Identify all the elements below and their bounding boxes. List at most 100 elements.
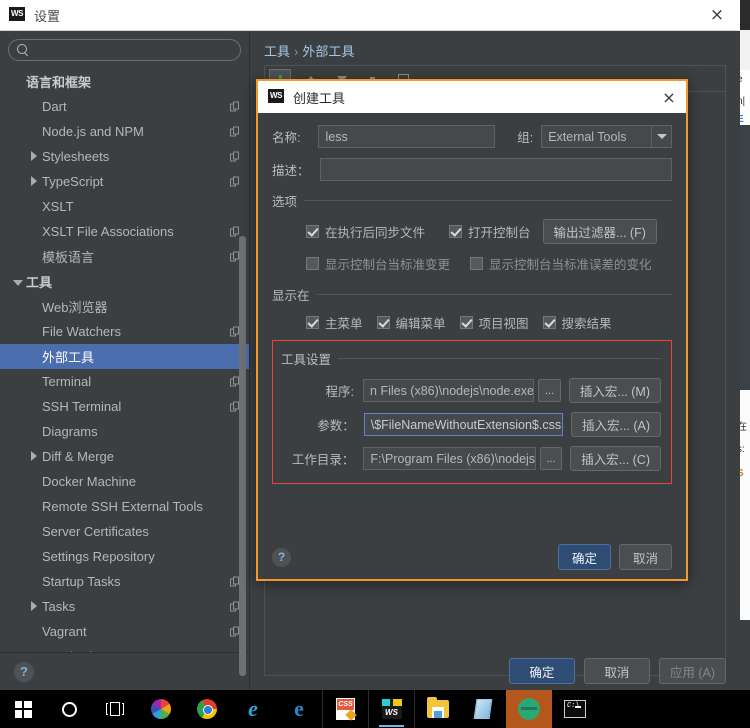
copy-settings-icon[interactable] (230, 151, 240, 162)
chevron-down-icon[interactable] (651, 126, 671, 147)
sidebar-item-5[interactable]: XSLT (0, 194, 249, 219)
arguments-input[interactable]: \$FileNameWithoutExtension$.css (363, 413, 563, 436)
show-in-checkbox-2[interactable]: 项目视图 (459, 313, 529, 332)
open-console-label: 打开控制台 (468, 226, 531, 240)
sidebar-item-17[interactable]: Remote SSH External Tools (0, 494, 249, 519)
program-browse-button[interactable]: ... (538, 379, 561, 402)
settings-ok-button[interactable]: 确定 (508, 658, 575, 684)
cortana-circle-icon (61, 701, 77, 717)
chevron-down-icon[interactable] (12, 276, 24, 288)
workdir-browse-button[interactable]: ... (539, 447, 563, 470)
dialog-footer: ? 确定 取消 (258, 535, 686, 579)
show-in-checkbox-3[interactable]: 搜索结果 (542, 313, 612, 332)
chevron-right-icon[interactable] (28, 600, 40, 613)
output-filters-button[interactable]: 输出过滤器... (F) (542, 219, 657, 244)
copy-settings-icon[interactable] (230, 126, 240, 137)
sidebar-item-23[interactable]: XPath Viewer (0, 644, 249, 652)
show-console-stdout-checkbox[interactable]: 显示控制台当标准变更 (306, 254, 450, 273)
breadcrumb-parent[interactable]: 工具 (264, 44, 290, 59)
sidebar-item-14[interactable]: Diagrams (0, 419, 249, 444)
dialog-title: 创建工具 (293, 90, 346, 106)
sidebar-item-2[interactable]: Node.js and NPM (0, 119, 249, 144)
sidebar-item-label: 语言和框架 (26, 75, 92, 90)
sidebar-item-12[interactable]: Terminal (0, 369, 249, 394)
show-console-stderr-checkbox[interactable]: 显示控制台当标准误差的变化 (470, 254, 652, 273)
sidebar-item-15[interactable]: Diff & Merge (0, 444, 249, 469)
search-icon (17, 44, 29, 56)
settings-tree[interactable]: 语言和框架 Dart Node.js and NPM Stylesheets TypeS… (0, 67, 249, 652)
show-in-checkbox-1[interactable]: 编辑菜单 (376, 313, 446, 332)
options-section: 选项 在执行后同步文件 打开控制台 输出过滤器... (F) 显示控制台当标准变… (272, 191, 672, 273)
settings-cancel-button[interactable]: 取消 (583, 658, 650, 684)
breadcrumb: 工具 › 外部工具 (264, 41, 726, 60)
file-explorer-app[interactable] (414, 690, 460, 728)
sidebar-item-1[interactable]: Dart (0, 94, 249, 119)
sidebar-item-7[interactable]: 模板语言 (0, 244, 249, 269)
workdir-input[interactable]: F:\Program Files (x86)\nodejs (363, 447, 536, 470)
show-in-checkbox-0[interactable]: 主菜单 (306, 313, 363, 332)
sidebar-item-20[interactable]: Startup Tasks (0, 569, 249, 594)
sidebar-item-11[interactable]: 外部工具 (0, 344, 249, 369)
copy-settings-icon[interactable] (230, 176, 240, 187)
internet-explorer-app[interactable]: e (230, 690, 276, 728)
sidebar-item-18[interactable]: Server Certificates (0, 519, 249, 544)
close-icon[interactable]: × (694, 0, 740, 31)
webstorm-app[interactable]: WS (368, 690, 414, 728)
name-row: 名称: less 组: External Tools (272, 125, 672, 148)
sidebar-item-13[interactable]: SSH Terminal (0, 394, 249, 419)
chrome-app[interactable] (184, 690, 230, 728)
chevron-right-icon[interactable] (28, 450, 40, 463)
sidebar-scrollbar[interactable] (239, 236, 247, 691)
notepad-app[interactable] (460, 690, 506, 728)
dialog-help-icon[interactable]: ? (272, 547, 291, 567)
description-input[interactable] (320, 158, 672, 181)
open-console-checkbox[interactable]: 打开控制台 (449, 222, 531, 241)
search-input[interactable] (35, 41, 232, 59)
program-input[interactable]: n Files (x86)\nodejs\node.exe (363, 379, 535, 402)
green-app[interactable] (506, 690, 552, 728)
dialog-titlebar: WS 创建工具 × (258, 81, 686, 113)
chevron-right-icon[interactable] (28, 175, 40, 188)
sidebar-item-22[interactable]: Vagrant (0, 619, 249, 644)
copy-settings-icon[interactable] (230, 226, 240, 237)
dialog-close-icon[interactable]: × (652, 81, 686, 113)
group-select[interactable]: External Tools (541, 125, 672, 148)
sidebar-item-0[interactable]: 语言和框架 (0, 69, 249, 94)
sidebar-item-3[interactable]: Stylesheets (0, 144, 249, 169)
sidebar-item-8[interactable]: 工具 (0, 269, 249, 294)
cortana-button[interactable] (46, 690, 92, 728)
edge-icon: e (294, 696, 304, 721)
window-titlebar: WS 设置 × (0, 0, 740, 31)
sidebar-item-label: XSLT (42, 199, 74, 214)
chevron-right-icon[interactable] (28, 150, 40, 163)
sidebar-item-label: Server Certificates (42, 524, 149, 539)
settings-apply-button[interactable]: 应用 (A) (658, 658, 726, 684)
task-view-icon (106, 702, 124, 716)
sidebar-item-4[interactable]: TypeScript (0, 169, 249, 194)
edge-app[interactable]: e (276, 690, 322, 728)
dialog-ok-button[interactable]: 确定 (558, 544, 611, 570)
sidebar-item-19[interactable]: Settings Repository (0, 544, 249, 569)
pinwheel-app[interactable] (138, 690, 184, 728)
sidebar-item-label: File Watchers (42, 324, 121, 339)
start-button[interactable] (0, 690, 46, 728)
sidebar-item-16[interactable]: Docker Machine (0, 469, 249, 494)
sync-files-checkbox[interactable]: 在执行后同步文件 (306, 222, 425, 241)
search-box[interactable] (8, 39, 241, 61)
sidebar-item-6[interactable]: XSLT File Associations (0, 219, 249, 244)
arguments-insert-macro-button[interactable]: 插入宏... (A) (570, 412, 661, 437)
dialog-cancel-button[interactable]: 取消 (619, 544, 672, 570)
copy-settings-icon[interactable] (230, 101, 240, 112)
sidebar-item-10[interactable]: File Watchers (0, 319, 249, 344)
task-view-button[interactable] (92, 690, 138, 728)
command-prompt-app[interactable]: C:\ (552, 690, 598, 728)
program-insert-macro-button[interactable]: 插入宏... (M) (568, 378, 661, 403)
sidebar-item-21[interactable]: Tasks (0, 594, 249, 619)
css-editor-app[interactable]: CSS (322, 690, 368, 728)
name-input[interactable]: less (318, 125, 496, 148)
sidebar-item-9[interactable]: Web浏览器 (0, 294, 249, 319)
workdir-insert-macro-button[interactable]: 插入宏... (C) (570, 446, 661, 471)
